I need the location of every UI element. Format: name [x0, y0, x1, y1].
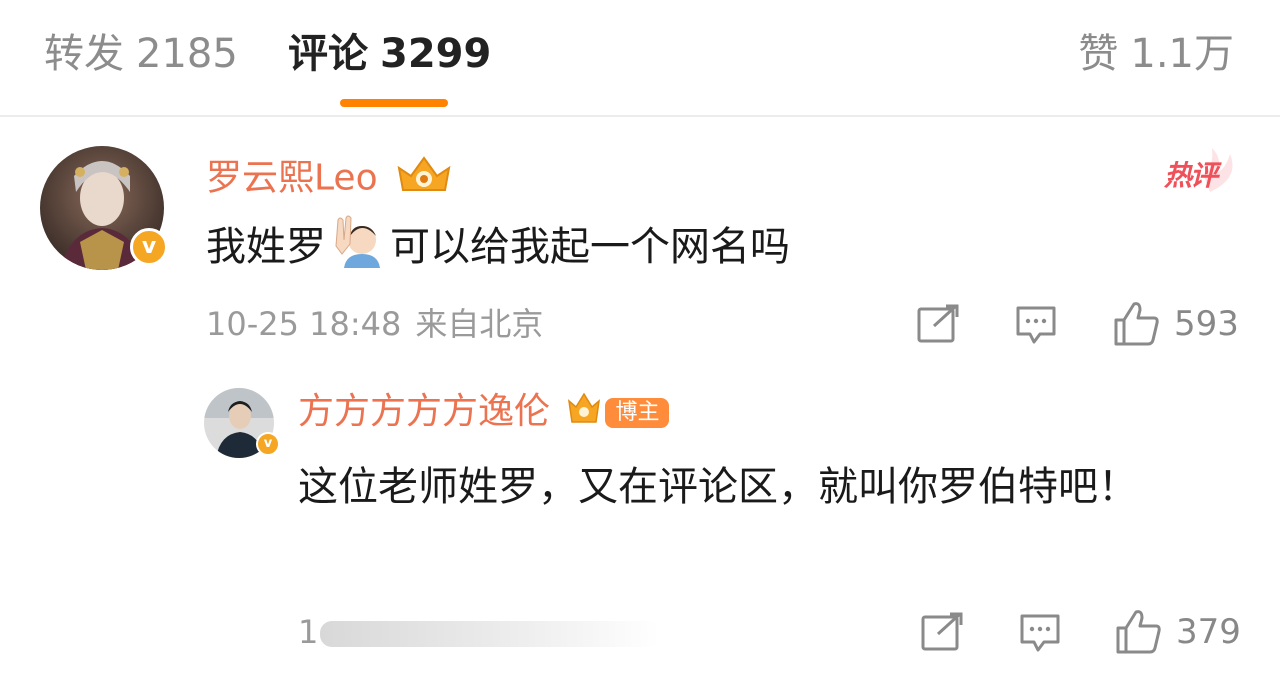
- like-thumb-icon[interactable]: [1114, 608, 1162, 658]
- like-thumb-icon[interactable]: [1112, 300, 1160, 350]
- blurred-timestamp: [320, 621, 661, 647]
- comment-meta: 10-25 18:48 来自北京: [206, 304, 543, 344]
- verified-v-icon: v: [256, 432, 280, 456]
- repost-icon[interactable]: [920, 612, 964, 656]
- repost-icon[interactable]: [916, 304, 960, 348]
- tab-likes-count: 1.1万: [1130, 31, 1234, 77]
- comment-date: 10-25 18:48: [206, 305, 402, 343]
- tab-forward-label: 转发: [44, 31, 124, 77]
- comment-like-count: 593: [1174, 304, 1239, 344]
- replier-username[interactable]: 方方方方方逸伦: [298, 391, 550, 432]
- reply-text: 这位老师姓罗，又在评论区，就叫你罗伯特吧！: [298, 464, 1138, 510]
- tab-comments-label: 评论: [288, 31, 368, 77]
- tab-likes[interactable]: 赞 1.1万: [1078, 28, 1234, 80]
- tab-forward[interactable]: 转发 2185: [44, 28, 238, 80]
- reply-time-prefix: 1: [298, 613, 319, 651]
- reply-meta: 1: [298, 612, 661, 652]
- reply-like-count: 379: [1176, 612, 1241, 652]
- tab-comments[interactable]: 评论 3299: [288, 28, 491, 80]
- comment-text-part1: 我姓罗: [206, 224, 326, 270]
- replier-name-row: 方方方方方逸伦 博主: [298, 390, 670, 436]
- crown-badge-icon: [395, 154, 453, 205]
- comment-tabs: 转发 2185 评论 3299 赞 1.1万: [0, 0, 1280, 116]
- commenter-name-row: 罗云熙Leo: [206, 154, 453, 205]
- verified-v-icon: v: [130, 228, 168, 266]
- tab-forward-count: 2185: [136, 31, 238, 77]
- hot-comment-label: 热评: [1164, 159, 1218, 192]
- tab-likes-label: 赞: [1078, 31, 1119, 77]
- blogger-badge: 博主: [605, 398, 670, 428]
- header-divider: [0, 115, 1280, 117]
- replier-avatar[interactable]: v: [204, 388, 280, 458]
- comment-icon[interactable]: [1014, 304, 1058, 352]
- active-tab-indicator: [340, 99, 448, 107]
- comment-location: 来自北京: [415, 305, 544, 343]
- crown-badge-icon: [567, 391, 601, 436]
- commenter-avatar[interactable]: v: [40, 146, 168, 270]
- hot-comment-tag: 热评: [1160, 148, 1240, 194]
- comment-text: 我姓罗 可以给我起一个网名吗: [206, 214, 790, 284]
- comment-icon[interactable]: [1018, 612, 1062, 660]
- commenter-username[interactable]: 罗云熙Leo: [206, 158, 378, 199]
- raised-hand-emoji-icon: [332, 214, 384, 284]
- comment-text-part2: 可以给我起一个网名吗: [390, 224, 790, 270]
- tab-comments-count: 3299: [380, 31, 492, 77]
